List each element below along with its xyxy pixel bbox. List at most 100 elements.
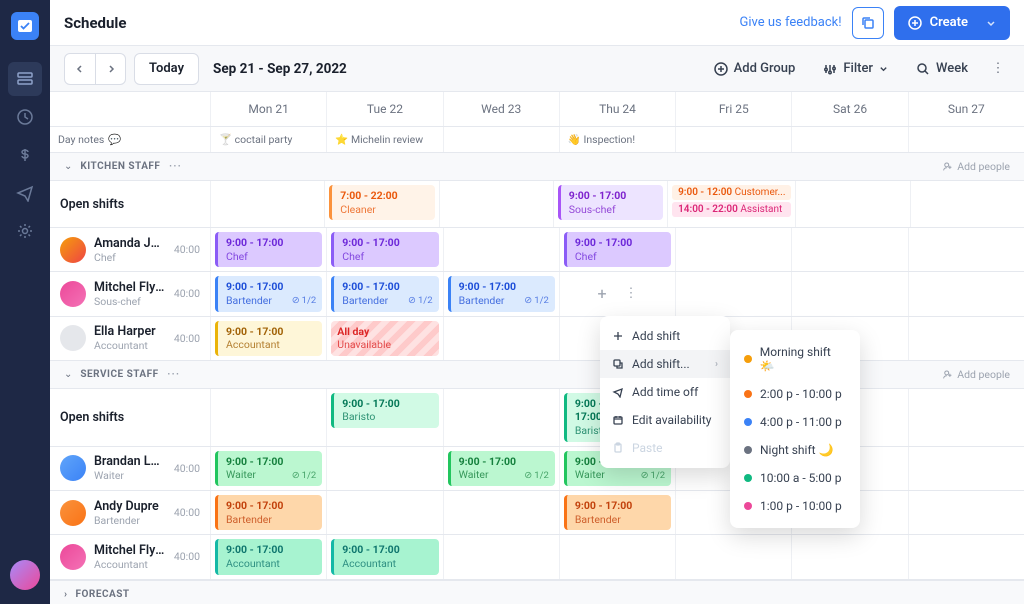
add-shift-cell[interactable]: +⋮ [559,272,675,315]
chevron-down-icon: ⌄ [64,161,72,172]
today-button[interactable]: Today [134,53,199,85]
chevron-down-icon: ⌄ [64,369,72,380]
color-dot [744,390,752,398]
person-row: Andy DupreBartender40:00 9:00 - 17:00Bar… [50,491,1024,535]
chevron-right-icon: › [715,359,718,370]
shift-card[interactable]: 9:00 - 17:00Accountant [215,321,322,356]
next-button[interactable] [95,54,125,84]
color-dot [744,502,752,510]
header: Schedule Give us feedback! Create [50,0,1024,46]
open-shifts-row: Open shifts 7:00 - 22:00Cleaner 9:00 - 1… [50,181,1024,228]
shift-card[interactable]: 9:00 - 17:00Sous-chef [558,185,663,220]
sidebar-item-settings[interactable] [8,214,42,248]
shift-card[interactable]: 9:00 - 17:00Waiter⊘1/2 [215,451,322,486]
shift-card[interactable]: 14:00 - 22:00 Assistant [672,202,791,217]
shift-card[interactable]: 9:00 - 17:00Bartender⊘1/2 [448,276,555,311]
color-dot [744,355,752,363]
menu-add-shift-submenu[interactable]: Add shift...› [600,350,730,378]
day-note[interactable]: 🍸 coctail party [210,127,326,152]
person-row: Ella HarperAccountant40:00 9:00 - 17:00A… [50,317,1024,361]
add-group-button[interactable]: Add Group [704,54,806,84]
group-more-icon[interactable]: ⋯ [168,159,183,174]
color-dot [744,418,752,426]
shift-card[interactable]: 9:00 - 17:00Waiter⊘1/2 [448,451,555,486]
date-range: Sep 21 - Sep 27, 2022 [213,61,347,77]
user-avatar[interactable] [10,560,40,590]
day-header: Sat 26 [791,92,907,126]
shift-card[interactable]: 9:00 - 17:00Bartender⊘1/2 [215,276,322,311]
filter-icon [823,62,837,76]
add-people-button[interactable]: Add people [942,368,1010,381]
add-people-button[interactable]: Add people [942,160,1010,173]
submenu-item[interactable]: 10:00 a - 5:00 p [730,464,860,492]
group-header-kitchen[interactable]: ⌄ KITCHEN STAFF ⋯ Add people [50,153,1024,181]
day-note[interactable] [675,127,791,152]
sidebar-item-plane[interactable] [8,176,42,210]
unavailable-card[interactable]: All dayUnavailable [331,321,438,356]
menu-add-shift[interactable]: Add shift [600,322,730,350]
day-note[interactable]: ⭐ Michelin review [326,127,442,152]
group-header-service[interactable]: ⌄ SERVICE STAFF ⋯ Add people [50,361,1024,389]
shift-card[interactable]: 9:00 - 17:00Bartender [564,495,671,530]
day-header: Sun 27 [908,92,1024,126]
submenu-item[interactable]: Night shift 🌙 [730,436,860,464]
prev-button[interactable] [65,54,95,84]
shift-card[interactable]: 9:00 - 17:00Chef [215,232,322,267]
color-dot [744,474,752,482]
more-vertical-icon[interactable]: ⋮ [625,286,638,301]
plane-icon [612,386,624,398]
shift-card[interactable]: 9:00 - 17:00Accountant [331,539,438,574]
more-button[interactable]: ⋮ [986,61,1010,76]
group-more-icon[interactable]: ⋯ [167,367,182,382]
sidebar-item-schedule[interactable] [8,62,42,96]
logo-icon [11,12,39,40]
shift-card[interactable]: 9:00 - 17:00Bartender [215,495,322,530]
avatar [60,325,86,351]
menu-edit-availability[interactable]: Edit availability [600,406,730,434]
color-dot [744,446,752,454]
day-note[interactable] [791,127,907,152]
shift-card[interactable]: 9:00 - 17:00Accountant [215,539,322,574]
chevron-down-icon [986,18,996,28]
person-row: Mitchel FlynnAccountant40:00 9:00 - 17:0… [50,535,1024,579]
day-header: Mon 21 [210,92,326,126]
menu-add-time-off[interactable]: Add time off [600,378,730,406]
person-row: Amanda JohnsChef40:00 9:00 - 17:00Chef 9… [50,228,1024,272]
avatar [60,500,86,526]
shift-card[interactable]: 9:00 - 17:00Bartender⊘1/2 [331,276,438,311]
sidebar-item-money[interactable] [8,138,42,172]
submenu-item[interactable]: 1:00 p - 10:00 p [730,492,860,520]
plus-icon: + [597,284,606,303]
shift-card[interactable]: 9:00 - 12:00 Customer... [672,185,791,200]
search-icon [916,62,930,76]
day-note[interactable]: 👋 Inspection! [559,127,675,152]
day-note[interactable] [908,127,1024,152]
shift-card[interactable]: 9:00 - 17:00Chef [331,232,438,267]
plus-icon [612,330,624,342]
forecast-header[interactable]: › FORECAST [50,580,1024,604]
create-button[interactable]: Create [894,6,1010,40]
day-notes-row: Day notes 💬 🍸 coctail party ⭐ Michelin r… [50,127,1024,153]
person-plus-icon [942,369,953,380]
filter-button[interactable]: Filter [813,54,898,84]
submenu-item[interactable]: 2:00 p - 10:00 p [730,380,860,408]
open-shifts-label: Open shifts [60,197,124,212]
person-plus-icon [942,161,953,172]
person-row: Mitchel FlynnSous-chef40:00 9:00 - 17:00… [50,272,1024,316]
shift-card[interactable]: 9:00 - 17:00Baristo [331,393,438,428]
submenu-item[interactable]: Morning shift 🌤️ [730,338,860,380]
submenu-item[interactable]: 4:00 p - 11:00 p [730,408,860,436]
day-header: Tue 22 [326,92,442,126]
sidebar [0,0,50,604]
day-note[interactable] [443,127,559,152]
week-view-button[interactable]: Week [906,54,978,84]
copy-button[interactable] [852,7,884,39]
sidebar-item-clock[interactable] [8,100,42,134]
shift-card[interactable]: 7:00 - 22:00Cleaner [329,185,434,220]
chevron-right-icon: › [64,589,68,600]
avatar [60,237,86,263]
shift-card[interactable]: 9:00 - 17:00Chef [564,232,671,267]
feedback-link[interactable]: Give us feedback! [740,15,842,30]
clipboard-icon [612,442,624,454]
calendar-icon [612,414,624,426]
